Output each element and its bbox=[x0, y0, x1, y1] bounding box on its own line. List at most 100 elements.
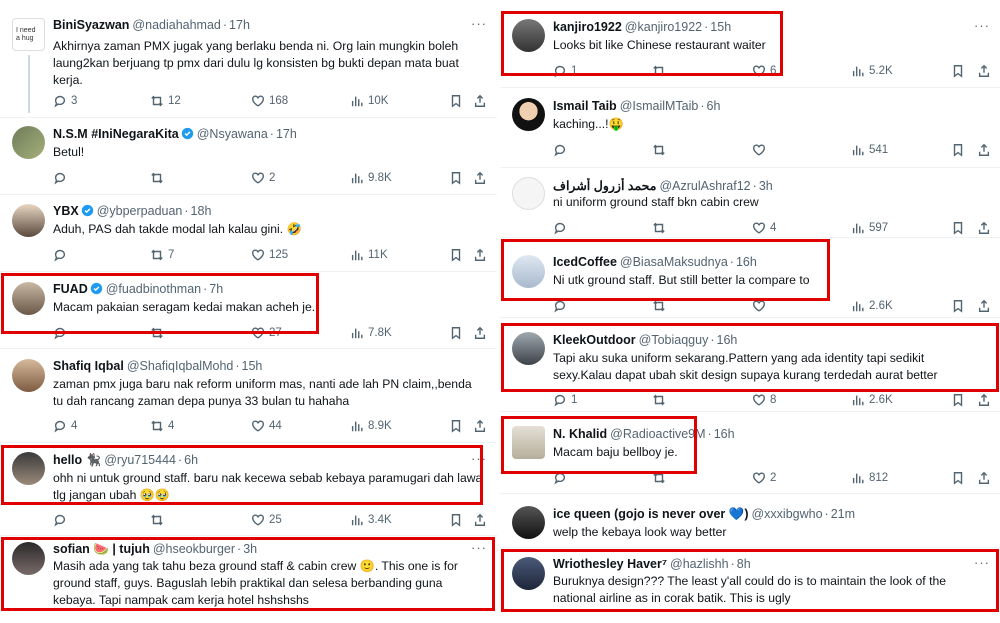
like-button[interactable]: 168 bbox=[251, 93, 288, 109]
user-handle[interactable]: @nadiahahmad bbox=[132, 18, 220, 32]
tweet[interactable]: kanjiro1922 @kanjiro1922 · 15h ··· Looks bi… bbox=[500, 0, 1000, 88]
tweet[interactable]: YBX @ybperpaduan · 18h Aduh, PAS dah takde … bbox=[0, 195, 497, 272]
retweet-button[interactable] bbox=[652, 392, 670, 408]
views-button[interactable]: 2.6K bbox=[851, 298, 893, 314]
timestamp[interactable]: 18h bbox=[191, 204, 212, 218]
reply-button[interactable]: 1 bbox=[553, 392, 577, 408]
reply-button[interactable] bbox=[53, 325, 71, 341]
retweet-button[interactable] bbox=[652, 142, 670, 158]
user-handle[interactable]: @IsmailMTaib bbox=[620, 99, 699, 113]
retweet-button[interactable] bbox=[150, 325, 168, 341]
views-button[interactable]: 10K bbox=[350, 93, 388, 109]
user-handle[interactable]: @Tobiaqguy bbox=[639, 333, 709, 347]
display-name[interactable]: hello 🐈‍⬛ bbox=[53, 453, 101, 467]
tweet[interactable]: KleekOutdoor @Tobiaqguy · 16h Tapi aku suka… bbox=[500, 318, 1000, 412]
tweet[interactable]: محمد أزرول أشراف @AzrulAshraf12 · 3h ni uni… bbox=[500, 168, 1000, 238]
avatar[interactable] bbox=[512, 332, 545, 365]
like-button[interactable]: 2 bbox=[251, 170, 275, 186]
bookmark-button[interactable] bbox=[951, 220, 965, 236]
timestamp[interactable]: 3h bbox=[243, 542, 257, 556]
tweet[interactable]: I need a hug BiniSyazwan @nadiahahmad · 17h… bbox=[0, 0, 497, 118]
display-name[interactable]: محمد أزرول أشراف bbox=[553, 179, 656, 193]
share-button[interactable] bbox=[473, 325, 487, 341]
views-button[interactable]: 7.8K bbox=[350, 325, 392, 341]
timestamp[interactable]: 16h bbox=[736, 255, 757, 269]
views-button[interactable]: 11K bbox=[350, 247, 388, 263]
views-button[interactable]: 9.8K bbox=[350, 170, 392, 186]
user-handle[interactable]: @ybperpaduan bbox=[97, 204, 183, 218]
views-button[interactable]: 3.4K bbox=[350, 512, 392, 528]
share-button[interactable] bbox=[977, 392, 991, 408]
share-button[interactable] bbox=[977, 298, 991, 314]
bookmark-button[interactable] bbox=[449, 512, 463, 528]
share-button[interactable] bbox=[473, 93, 487, 109]
views-button[interactable]: 2.6K bbox=[851, 392, 893, 408]
retweet-button[interactable] bbox=[150, 512, 168, 528]
display-name[interactable]: Ismail Taib bbox=[553, 99, 617, 113]
share-button[interactable] bbox=[977, 63, 991, 79]
display-name[interactable]: IcedCoffee bbox=[553, 255, 617, 269]
avatar[interactable] bbox=[512, 19, 545, 52]
avatar[interactable] bbox=[512, 98, 545, 131]
like-button[interactable]: 44 bbox=[251, 418, 282, 434]
avatar[interactable]: I need a hug bbox=[12, 18, 45, 51]
like-button[interactable]: 27 bbox=[251, 325, 282, 341]
retweet-button[interactable]: 7 bbox=[150, 247, 174, 263]
views-button[interactable]: 597 bbox=[851, 220, 888, 236]
bookmark-button[interactable] bbox=[951, 392, 965, 408]
more-icon[interactable]: ··· bbox=[974, 555, 990, 570]
avatar[interactable] bbox=[512, 557, 545, 590]
share-button[interactable] bbox=[977, 220, 991, 236]
bookmark-button[interactable] bbox=[951, 298, 965, 314]
display-name[interactable]: YBX bbox=[53, 204, 79, 218]
user-handle[interactable]: @hseokburger bbox=[153, 542, 235, 556]
bookmark-button[interactable] bbox=[951, 142, 965, 158]
bookmark-button[interactable] bbox=[449, 170, 463, 186]
user-handle[interactable]: @AzrulAshraf12 bbox=[659, 179, 750, 193]
avatar[interactable] bbox=[512, 177, 545, 210]
retweet-button[interactable] bbox=[652, 220, 670, 236]
timestamp[interactable]: 8h bbox=[737, 557, 751, 571]
reply-button[interactable] bbox=[553, 298, 571, 314]
bookmark-button[interactable] bbox=[951, 470, 965, 486]
timestamp[interactable]: 7h bbox=[209, 282, 223, 296]
like-button[interactable]: 4 bbox=[752, 220, 776, 236]
bookmark-button[interactable] bbox=[449, 325, 463, 341]
reply-button[interactable] bbox=[53, 247, 71, 263]
tweet[interactable]: N. Khalid @Radioactive9M · 16h Macam baju b… bbox=[500, 412, 1000, 494]
avatar[interactable] bbox=[12, 452, 45, 485]
timestamp[interactable]: 6h bbox=[184, 453, 198, 467]
user-handle[interactable]: @Radioactive9M bbox=[610, 427, 705, 441]
reply-button[interactable] bbox=[553, 470, 571, 486]
tweet[interactable]: Ismail Taib @IsmailMTaib · 6h kaching...!🤑 … bbox=[500, 88, 1000, 168]
reply-button[interactable] bbox=[553, 142, 571, 158]
display-name[interactable]: BiniSyazwan bbox=[53, 18, 129, 32]
like-button[interactable]: 6 bbox=[752, 63, 776, 79]
bookmark-button[interactable] bbox=[449, 247, 463, 263]
like-button[interactable]: 2 bbox=[752, 470, 776, 486]
retweet-button[interactable]: 4 bbox=[150, 418, 174, 434]
share-button[interactable] bbox=[473, 512, 487, 528]
timestamp[interactable]: 21m bbox=[831, 507, 855, 521]
tweet[interactable]: N.S.M #IniNegaraKita @Nsyawana · 17h Betul!… bbox=[0, 118, 497, 195]
avatar[interactable] bbox=[12, 542, 45, 575]
like-button[interactable] bbox=[752, 298, 770, 314]
avatar[interactable] bbox=[12, 204, 45, 237]
display-name[interactable]: FUAD bbox=[53, 282, 88, 296]
share-button[interactable] bbox=[473, 170, 487, 186]
more-icon[interactable]: ··· bbox=[974, 18, 990, 33]
user-handle[interactable]: @Nsyawana bbox=[197, 127, 268, 141]
like-button[interactable]: 8 bbox=[752, 392, 776, 408]
retweet-button[interactable] bbox=[652, 298, 670, 314]
share-button[interactable] bbox=[977, 142, 991, 158]
timestamp[interactable]: 15h bbox=[710, 20, 731, 34]
avatar[interactable] bbox=[512, 506, 545, 539]
bookmark-button[interactable] bbox=[951, 63, 965, 79]
tweet[interactable]: Wriothesley Haver⁷ @hazlishh · 8h ··· Buruk… bbox=[500, 548, 1000, 623]
views-button[interactable]: 812 bbox=[851, 470, 888, 486]
user-handle[interactable]: @hazlishh bbox=[670, 557, 729, 571]
display-name[interactable]: N. Khalid bbox=[553, 427, 607, 441]
avatar[interactable] bbox=[512, 255, 545, 288]
share-button[interactable] bbox=[977, 470, 991, 486]
share-button[interactable] bbox=[473, 247, 487, 263]
